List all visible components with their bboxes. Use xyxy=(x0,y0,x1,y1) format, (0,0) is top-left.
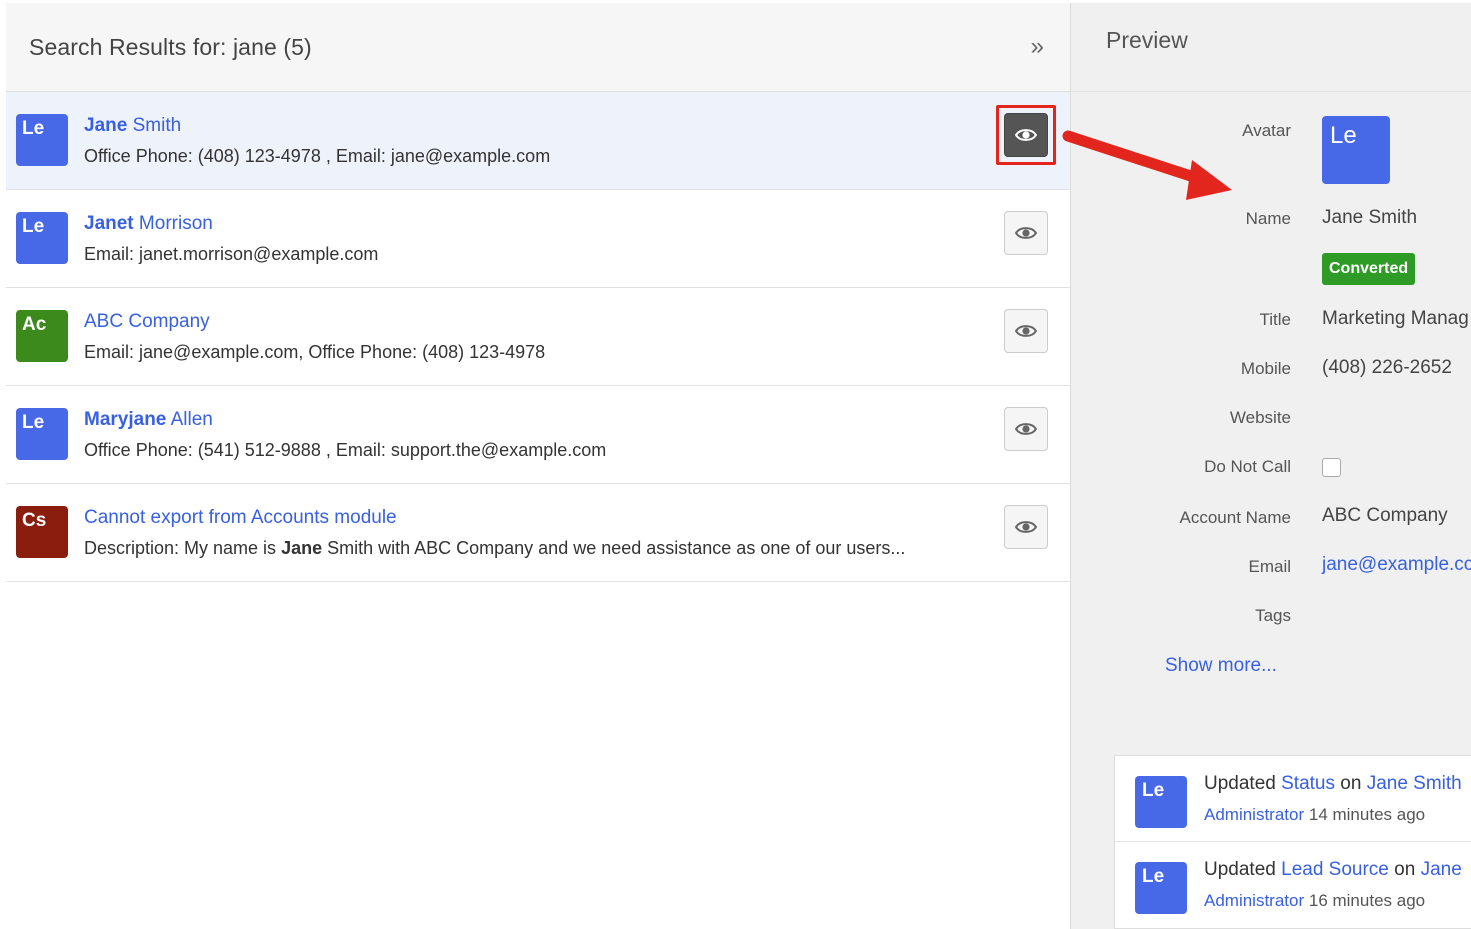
result-name-link[interactable]: Janet Morrison xyxy=(84,213,378,235)
name-label: Name xyxy=(1245,209,1291,228)
mobile-label: Mobile xyxy=(1240,359,1291,378)
result-desc-pre: Email: janet.morrison@example.com xyxy=(84,244,379,264)
result-name-link[interactable]: Maryjane Allen xyxy=(84,409,606,431)
result-description: Email: janet.morrison@example.com xyxy=(84,244,378,265)
account-name-value: ABC Company xyxy=(1322,505,1448,526)
activity-field-link[interactable]: Lead Source xyxy=(1281,859,1389,880)
eye-icon xyxy=(1015,422,1037,436)
email-link[interactable]: jane@example.cc xyxy=(1322,554,1471,576)
eye-icon xyxy=(1015,128,1037,142)
account-name-label: Account Name xyxy=(1179,508,1292,527)
activity-meta: Administrator 16 minutes ago xyxy=(1204,891,1425,911)
result-name-rest: Cannot export from Accounts module xyxy=(84,507,397,528)
result-description: Email: jane@example.com, Office Phone: (… xyxy=(84,342,545,363)
activity-prefix: Updated xyxy=(1204,859,1282,880)
result-name-link[interactable]: ABC Company xyxy=(84,311,545,333)
module-badge: Le xyxy=(16,114,68,166)
result-name-highlight: Maryjane xyxy=(84,409,167,430)
activity-user-link[interactable]: Administrator xyxy=(1204,891,1304,910)
website-label: Website xyxy=(1229,408,1291,427)
eye-icon xyxy=(1015,520,1037,534)
activity-mid: on xyxy=(1388,859,1421,880)
result-desc-pre: Email: jane@example.com, Office Phone: (… xyxy=(84,342,546,362)
activity-item: Le Updated Status on Jane Smith Administ… xyxy=(1115,756,1471,842)
result-text: Cannot export from Accounts module Descri… xyxy=(84,507,905,559)
result-text: Jane Smith Office Phone: (408) 123-4978 ,… xyxy=(84,115,550,167)
result-name-highlight: Janet xyxy=(84,213,134,234)
result-desc-pre: Office Phone: (408) 123-4978 , Email: ja… xyxy=(84,146,551,166)
tags-label: Tags xyxy=(1255,606,1291,625)
result-desc-post: Smith with ABC Company and we need assis… xyxy=(322,538,906,558)
activity-field-link[interactable]: Status xyxy=(1281,773,1335,794)
result-name-rest: Allen xyxy=(166,409,213,430)
activity-time: 16 minutes ago xyxy=(1304,891,1426,910)
activity-user-link[interactable]: Administrator xyxy=(1204,805,1304,824)
result-row[interactable]: Le Janet Morrison Email: janet.morrison@ex… xyxy=(6,190,1070,288)
preview-button[interactable] xyxy=(1004,407,1048,451)
result-desc-pre: Description: My name is xyxy=(84,538,282,558)
title-label: Title xyxy=(1259,310,1292,329)
preview-title: Preview xyxy=(1106,27,1188,53)
preview-button[interactable] xyxy=(1004,309,1048,353)
result-description: Office Phone: (408) 123-4978 , Email: ja… xyxy=(84,146,550,167)
result-name-link[interactable]: Jane Smith xyxy=(84,115,550,137)
name-value: Jane Smith xyxy=(1322,207,1418,228)
result-row[interactable]: Ac ABC Company Email: jane@example.com, Of… xyxy=(6,288,1070,386)
results-header: Search Results for: jane (5) » xyxy=(6,3,1070,92)
result-row[interactable]: Cs Cannot export from Accounts module Desc… xyxy=(6,484,1070,582)
module-badge: Ac xyxy=(16,310,68,362)
result-row[interactable]: Le Maryjane Allen Office Phone: (541) 512-… xyxy=(6,386,1070,484)
result-name-rest: ABC Company xyxy=(84,311,210,332)
result-row[interactable]: Le Jane Smith Office Phone: (408) 123-4978… xyxy=(6,92,1070,190)
mobile-value: (408) 226-2652 xyxy=(1322,357,1452,378)
activity-item: Le Updated Lead Source on Jane Administr… xyxy=(1115,842,1471,928)
result-description: Office Phone: (541) 512-9888 , Email: su… xyxy=(84,440,606,461)
show-more-link[interactable]: Show more... xyxy=(1165,655,1277,677)
search-results-panel: Search Results for: jane (5) » Le Jane Sm… xyxy=(6,3,1070,929)
preview-button[interactable] xyxy=(1004,505,1048,549)
activity-mid: on xyxy=(1335,773,1367,794)
do-not-call-checkbox[interactable] xyxy=(1322,458,1341,477)
title-value: Marketing Manag xyxy=(1322,308,1469,329)
avatar-label: Avatar xyxy=(1242,121,1291,140)
activity-avatar: Le xyxy=(1135,862,1187,914)
preview-button[interactable] xyxy=(1004,211,1048,255)
activity-target-link[interactable]: Jane Smith xyxy=(1367,773,1462,794)
result-name-rest: Morrison xyxy=(133,213,213,234)
eye-icon xyxy=(1015,324,1037,338)
result-text: Maryjane Allen Office Phone: (541) 512-98… xyxy=(84,409,606,461)
preview-panel: Preview Avatar Le Name Jane Smith Conver… xyxy=(1070,3,1471,929)
activity-prefix: Updated xyxy=(1204,773,1282,794)
module-badge: Le xyxy=(16,212,68,264)
preview-header: Preview xyxy=(1071,3,1471,92)
collapse-panel-icon[interactable]: » xyxy=(1031,35,1044,59)
module-badge: Le xyxy=(16,408,68,460)
activity-avatar: Le xyxy=(1135,776,1187,828)
activity-stream: Le Updated Status on Jane Smith Administ… xyxy=(1114,755,1471,929)
result-desc-highlight: Jane xyxy=(281,538,323,558)
result-name-rest: Smith xyxy=(127,115,182,136)
result-list: Le Jane Smith Office Phone: (408) 123-4978… xyxy=(6,92,1070,582)
activity-time: 14 minutes ago xyxy=(1304,805,1426,824)
result-description: Description: My name is Jane Smith with … xyxy=(84,538,905,559)
module-badge: Cs xyxy=(16,506,68,558)
activity-summary: Updated Status on Jane Smith xyxy=(1204,773,1462,795)
eye-icon xyxy=(1015,226,1037,240)
do-not-call-label: Do Not Call xyxy=(1204,457,1291,476)
result-desc-pre: Office Phone: (541) 512-9888 , Email: su… xyxy=(84,440,607,460)
preview-button[interactable] xyxy=(1004,113,1048,157)
email-label: Email xyxy=(1248,557,1291,576)
result-text: Janet Morrison Email: janet.morrison@exam… xyxy=(84,213,378,265)
status-badge: Converted xyxy=(1322,253,1416,285)
lead-avatar: Le xyxy=(1322,116,1390,184)
activity-meta: Administrator 14 minutes ago xyxy=(1204,805,1425,825)
activity-target-link[interactable]: Jane xyxy=(1421,859,1462,880)
result-name-highlight: Jane xyxy=(84,115,128,136)
results-title: Search Results for: jane (5) xyxy=(29,33,312,60)
activity-summary: Updated Lead Source on Jane xyxy=(1204,859,1462,881)
result-text: ABC Company Email: jane@example.com, Offi… xyxy=(84,311,545,363)
result-name-link[interactable]: Cannot export from Accounts module xyxy=(84,507,905,529)
